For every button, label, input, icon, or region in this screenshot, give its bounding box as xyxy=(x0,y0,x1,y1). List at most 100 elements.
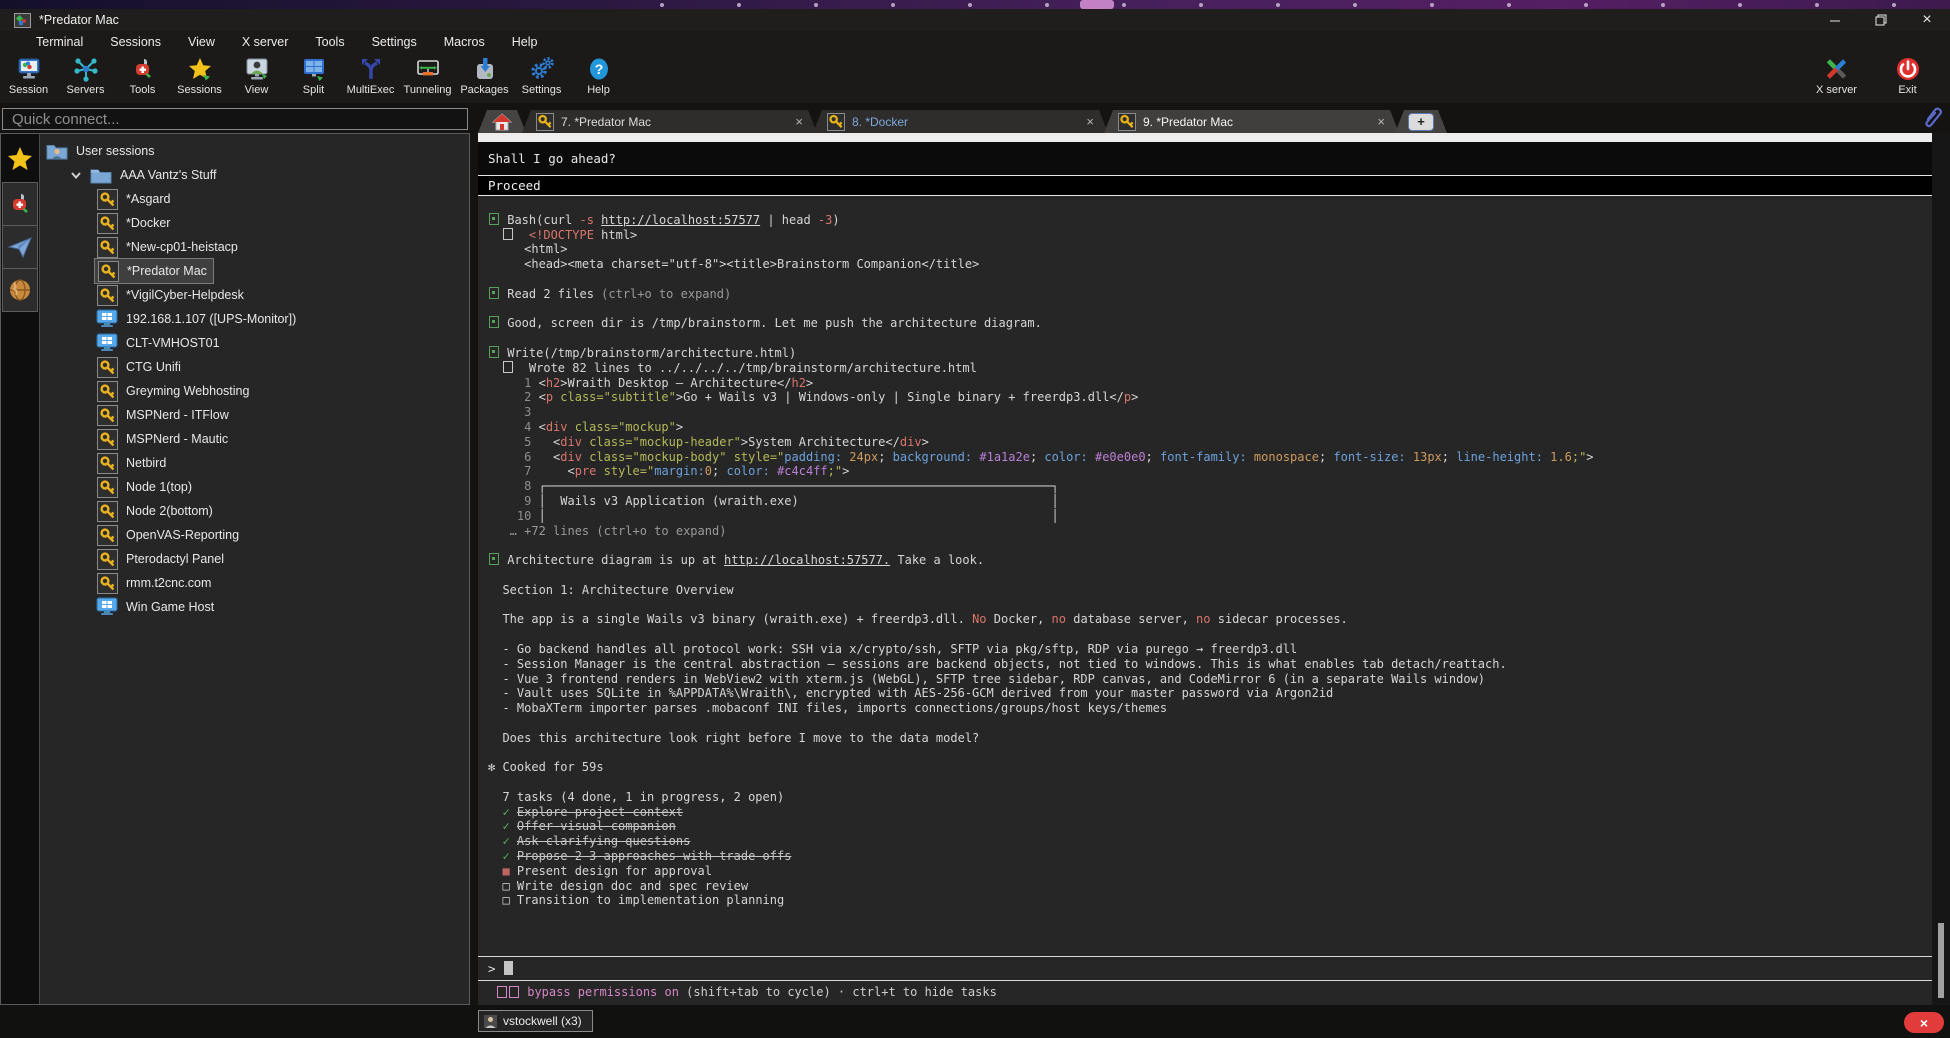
toolbar-multiexec-button[interactable]: MultiExec xyxy=(342,52,399,96)
terminal-line: ✓ Explore project context xyxy=(488,805,1932,820)
tree-item-netbird[interactable]: Netbird xyxy=(40,451,469,475)
minimize-button[interactable] xyxy=(1812,9,1858,31)
scrollbar-thumb[interactable] xyxy=(1938,923,1944,998)
terminal-line: - Vue 3 frontend renders in WebView2 wit… xyxy=(488,672,1932,687)
tab-9-predator-mac[interactable]: 9. *Predator Mac× xyxy=(1104,110,1399,133)
terminal-line: □ Write design doc and spec review xyxy=(488,879,1932,894)
background-taskbar-strip xyxy=(0,0,1950,9)
strip-globe-icon[interactable] xyxy=(2,268,38,312)
key-icon xyxy=(96,453,118,473)
mobaxterm-window: *Predator Mac × TerminalSessionsViewX se… xyxy=(0,0,1950,1038)
terminal-line: … +72 lines (ctrl+o to expand) xyxy=(488,524,1932,539)
tree-item-user-sessions[interactable]: User sessions xyxy=(40,139,469,163)
tree-item--predator-mac[interactable]: *Predator Mac xyxy=(40,259,469,283)
toolbar-help-button[interactable]: ?Help xyxy=(570,52,627,96)
tree-item-win-game-host[interactable]: Win Game Host xyxy=(40,595,469,619)
tab-close-icon[interactable]: × xyxy=(1086,114,1094,129)
menu-macros[interactable]: Macros xyxy=(444,35,485,49)
strip-tools-knife-icon[interactable] xyxy=(2,182,38,226)
toolbar-x server-button[interactable]: X server xyxy=(1808,52,1865,96)
key-icon xyxy=(536,113,554,131)
key-icon xyxy=(97,261,119,281)
menu-terminal[interactable]: Terminal xyxy=(36,35,83,49)
menu-x-server[interactable]: X server xyxy=(242,35,289,49)
toolbar-tunneling-button[interactable]: Tunneling xyxy=(399,52,456,96)
tree-item-clt-vmhost01[interactable]: CLT-VMHOST01 xyxy=(40,331,469,355)
prompt-input[interactable]: > xyxy=(478,956,1932,981)
tree-item--new-cp01-heistacp[interactable]: *New-cp01-heistacp xyxy=(40,235,469,259)
proceed-option[interactable]: Proceed xyxy=(478,175,1932,196)
tree-item-openvas-reporting[interactable]: OpenVAS-Reporting xyxy=(40,523,469,547)
new-tab-button[interactable]: + xyxy=(1395,110,1447,133)
toolbar-label: Servers xyxy=(67,84,105,96)
home-tab[interactable] xyxy=(478,110,526,133)
toolbar-label: MultiExec xyxy=(347,84,395,96)
tree-item-aaa-vantz-s-stuff[interactable]: AAA Vantz's Stuff xyxy=(40,163,469,187)
plus-icon: + xyxy=(1408,113,1434,131)
tab-7-predator-mac[interactable]: 7. *Predator Mac× xyxy=(522,110,817,133)
notification-close-button[interactable]: × xyxy=(1904,1012,1944,1033)
menu-settings[interactable]: Settings xyxy=(372,35,417,49)
key-icon xyxy=(96,213,118,233)
strip-paper-plane-icon[interactable] xyxy=(2,225,38,269)
toolbar-packages-button[interactable]: Packages xyxy=(456,52,513,96)
terminal-line: Section 1: Architecture Overview xyxy=(488,583,1932,598)
tree-item-node-2-bottom-[interactable]: Node 2(bottom) xyxy=(40,499,469,523)
strip-favorites-star-icon[interactable] xyxy=(2,137,38,181)
tree-item-label: Node 2(bottom) xyxy=(126,504,213,518)
tree-item--docker[interactable]: *Docker xyxy=(40,211,469,235)
toolbar-sessions-button[interactable]: Sessions xyxy=(171,52,228,96)
toolbar-settings-button[interactable]: Settings xyxy=(513,52,570,96)
tree-item-mspnerd-mautic[interactable]: MSPNerd - Mautic xyxy=(40,427,469,451)
toolbar-exit-button[interactable]: Exit xyxy=(1879,52,1936,96)
menu-tools[interactable]: Tools xyxy=(315,35,344,49)
menu-sessions[interactable]: Sessions xyxy=(110,35,161,49)
toolbar-split-button[interactable]: Split xyxy=(285,52,342,96)
quick-connect-input[interactable] xyxy=(2,108,468,130)
tree-item-rmm-t2cnc-com[interactable]: rmm.t2cnc.com xyxy=(40,571,469,595)
terminal-line xyxy=(488,716,1932,731)
toolbar-session-button[interactable]: Session xyxy=(0,52,57,96)
tree-item-192-168-1-107-ups-monitor-[interactable]: 192.168.1.107 ([UPS-Monitor]) xyxy=(40,307,469,331)
close-button[interactable]: × xyxy=(1904,9,1950,31)
key-icon xyxy=(96,573,118,593)
fast-forward-icon xyxy=(497,986,507,998)
maximize-button[interactable] xyxy=(1858,9,1904,31)
tab-close-icon[interactable]: × xyxy=(795,114,803,129)
terminal-line: - Session Manager is the central abstrac… xyxy=(488,657,1932,672)
terminal-line: <html> xyxy=(488,242,1932,257)
terminal-line: Bash(curl -s http://localhost:57577 | he… xyxy=(488,213,1932,228)
tree-item-ctg-unifi[interactable]: CTG Unifi xyxy=(40,355,469,379)
terminal-line: 9 │ Wails v3 Application (wraith.exe) │ xyxy=(488,494,1932,509)
toolbar-view-button[interactable]: View xyxy=(228,52,285,96)
toolbar-servers-button[interactable]: Servers xyxy=(57,52,114,96)
win-icon xyxy=(96,333,118,353)
session-group-tab[interactable]: vstockwell (x3) xyxy=(478,1010,593,1032)
attachments-paperclip-icon[interactable] xyxy=(1920,104,1944,130)
toolbar-label: X server xyxy=(1816,84,1857,96)
key-icon xyxy=(827,113,845,131)
terminal-line: 6 <div class="mockup-body" style="paddin… xyxy=(488,450,1932,465)
tab-label: 8. *Docker xyxy=(852,115,1078,129)
tab-close-icon[interactable]: × xyxy=(1377,114,1385,129)
menu-help[interactable]: Help xyxy=(512,35,538,49)
terminal[interactable]: Shall I go ahead? Proceed Bash(curl -s h… xyxy=(478,133,1932,1005)
tree-item-greyming-webhosting[interactable]: Greyming Webhosting xyxy=(40,379,469,403)
status-line: bypass permissions on (shift+tab to cycl… xyxy=(478,981,1932,1003)
tree-item--vigilcyber-helpdesk[interactable]: *VigilCyber-Helpdesk xyxy=(40,283,469,307)
menu-view[interactable]: View xyxy=(188,35,215,49)
dialog-question: Shall I go ahead? xyxy=(478,151,1932,166)
terminal-line xyxy=(488,331,1932,346)
tree-item--asgard[interactable]: *Asgard xyxy=(40,187,469,211)
terminal-line: <head><meta charset="utf-8"><title>Brain… xyxy=(488,257,1932,272)
terminal-scrollbar[interactable] xyxy=(1932,133,1950,1005)
toolbar-tools-button[interactable]: Tools xyxy=(114,52,171,96)
tab-8-docker[interactable]: 8. *Docker × xyxy=(813,110,1108,133)
chevron-down-icon[interactable] xyxy=(68,167,84,183)
terminal-line: Architecture diagram is up at http://loc… xyxy=(488,553,1932,568)
tree-item-label: Greyming Webhosting xyxy=(126,384,249,398)
tree-item-mspnerd-itflow[interactable]: MSPNerd - ITFlow xyxy=(40,403,469,427)
app-icon xyxy=(14,13,31,28)
tree-item-node-1-top-[interactable]: Node 1(top) xyxy=(40,475,469,499)
tree-item-pterodactyl-panel[interactable]: Pterodactyl Panel xyxy=(40,547,469,571)
